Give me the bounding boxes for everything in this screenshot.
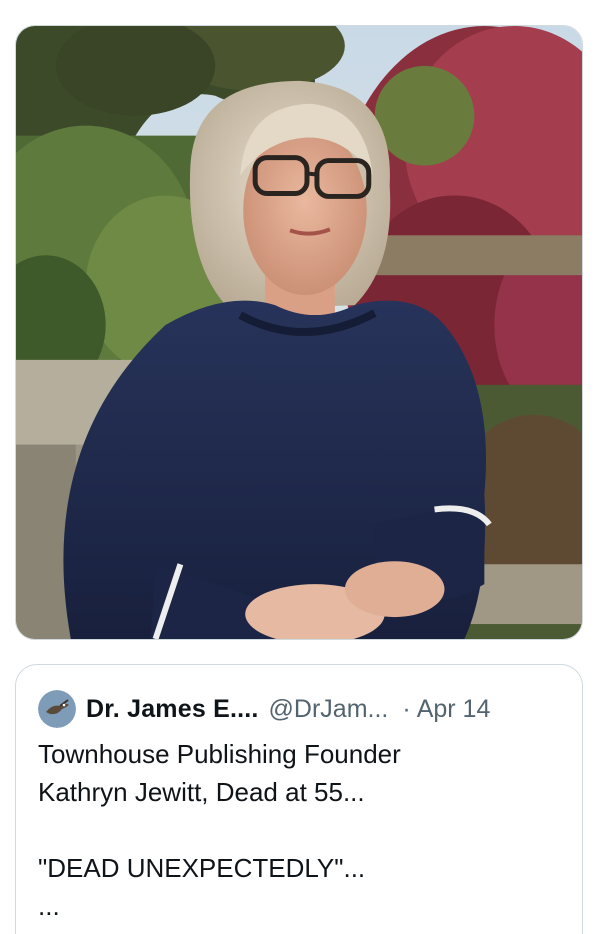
author-name[interactable]: Dr. James E.... [86,695,259,724]
text-line: Kathryn Jewitt, Dead at 55... [38,777,365,807]
tweet-photo[interactable] [16,26,582,639]
media-photo-card[interactable] [15,25,583,640]
author-handle[interactable]: @DrJam... [269,695,389,724]
tweet-date[interactable]: Apr 14 [417,695,491,724]
quoted-tweet-card[interactable]: Dr. James E.... @DrJam... · Apr 14 Townh… [15,664,583,934]
text-line-blank [38,811,564,849]
quoted-tweet-header: Dr. James E.... @DrJam... · Apr 14 [38,689,564,729]
text-line: Townhouse Publishing Founder [38,739,401,769]
text-line: "DEAD UNEXPECTEDLY"... [38,853,366,883]
quoted-tweet-text: Townhouse Publishing Founder Kathryn Jew… [38,735,564,925]
separator-dot: · [402,694,411,723]
tweet-page: Dr. James E.... @DrJam... · Apr 14 Townh… [0,0,598,934]
text-line: ... [38,891,60,921]
bird-avatar-icon[interactable] [38,690,76,728]
